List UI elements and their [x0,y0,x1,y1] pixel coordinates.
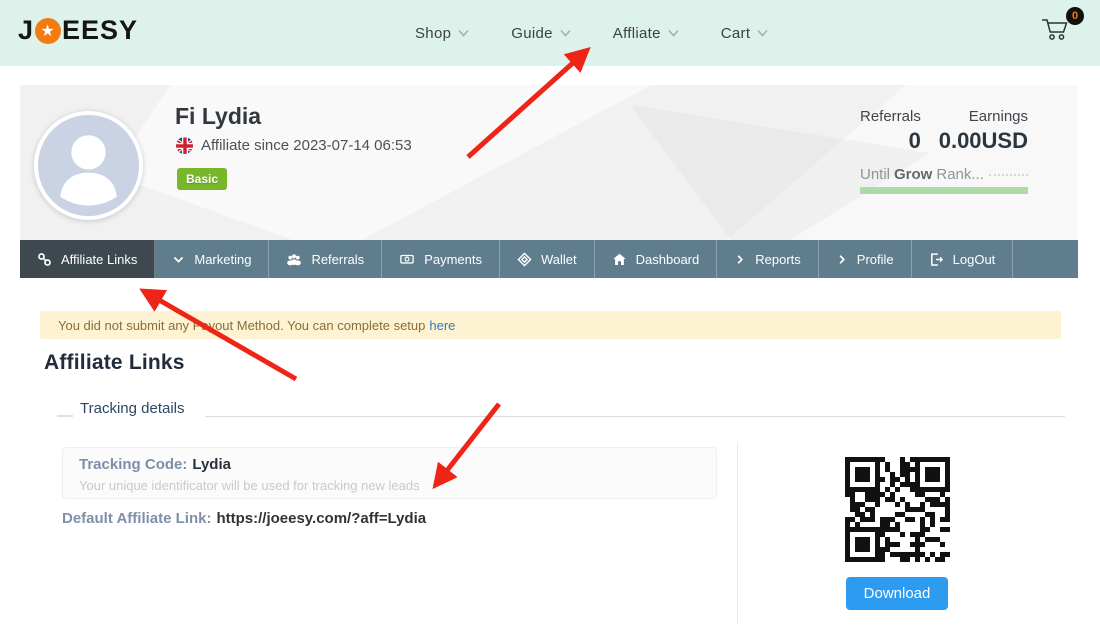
chevron-down-icon [560,29,571,37]
divider [57,415,73,417]
chevron-down-icon [757,29,768,37]
nav-label: Affliate [613,25,661,42]
stats-panel: Referrals 0 Earnings 0.00USD Until Grow … [860,108,1028,194]
referrals-value: 0 [909,128,921,154]
tab-label: Wallet [541,252,577,267]
rank-prefix: Until [860,166,890,183]
tab-label: Affiliate Links [61,252,137,267]
home-icon [612,252,627,267]
tracking-code-box: Tracking Code: Lydia Your unique identifi… [62,447,717,499]
main-nav: Shop Guide Affliate Cart [415,0,768,66]
logout-icon [929,252,944,267]
chevron-down-icon [458,29,469,37]
logo[interactable]: J★EESY [18,15,138,46]
tab-payments[interactable]: Payments [382,240,500,278]
tracking-code-label: Tracking Code: [79,456,187,473]
dotted-line [989,174,1028,176]
nav-item-affliate[interactable]: Affliate [613,25,679,42]
chevron-right-icon [836,253,848,266]
rank-progress-bar [860,187,1028,194]
tab-label: Profile [857,252,894,267]
tab-label: Marketing [194,252,251,267]
nav-item-cart[interactable]: Cart [721,25,769,42]
payout-warning-banner: You did not submit any Payout Method. Yo… [40,311,1061,339]
chevron-down-icon [172,253,185,266]
tab-label: Payments [424,252,482,267]
default-link-label: Default Affiliate Link: [62,510,211,527]
tab-logout[interactable]: LogOut [912,240,1014,278]
earnings-stat: Earnings 0.00USD [939,108,1028,154]
rank-suffix: Rank... [936,166,984,183]
default-link-value[interactable]: https://joeesy.com/?aff=Lydia [216,510,426,527]
tab-referrals[interactable]: Referrals [269,240,382,278]
vertical-divider [737,443,738,623]
avatar[interactable] [34,111,143,220]
affiliate-since-row: Affiliate since 2023-07-14 06:53 [176,137,412,154]
cart-count-badge: 0 [1066,7,1084,25]
tab-profile[interactable]: Profile [819,240,912,278]
banknote-icon [399,252,415,266]
tab-label: Referrals [311,252,364,267]
tab-tracking-details[interactable]: Tracking details [80,400,185,417]
logo-text-pre: J [18,15,34,46]
page-title: Affiliate Links [44,351,185,375]
warning-text: You did not submit any Payout Method. Yo… [58,318,425,333]
affiliate-since-text: Affiliate since 2023-07-14 06:53 [201,137,412,154]
affiliate-name: Fi Lydia [175,103,261,130]
link-icon [37,252,52,267]
wallet-icon [517,252,532,267]
referrals-label: Referrals [860,108,921,125]
tab-reports[interactable]: Reports [717,240,819,278]
earnings-label: Earnings [969,108,1028,125]
tab-wallet[interactable]: Wallet [500,240,595,278]
users-icon [286,252,302,267]
divider [205,416,1065,417]
tracking-code-hint: Your unique identificator will be used f… [79,478,700,493]
nav-label: Shop [415,25,451,42]
tab-marketing[interactable]: Marketing [155,240,269,278]
chevron-right-icon [734,253,746,266]
logo-text-post: EESY [62,15,138,46]
affiliate-tabbar: Affiliate Links Marketing Referrals Paym… [20,240,1078,278]
uk-flag-icon [176,137,193,154]
nav-item-guide[interactable]: Guide [511,25,571,42]
default-affiliate-link-row: Default Affiliate Link: https://joeesy.co… [62,510,426,527]
logo-star-icon: ★ [35,18,61,44]
tab-dashboard[interactable]: Dashboard [595,240,718,278]
chevron-down-icon [668,29,679,37]
nav-label: Guide [511,25,553,42]
tab-affiliate-links[interactable]: Affiliate Links [20,240,155,278]
referrals-stat: Referrals 0 [860,108,921,154]
earnings-value: 0.00USD [939,128,1028,154]
topbar: J★EESY Shop Guide Affliate Cart 0 [0,0,1100,66]
rank-name: Grow [894,166,932,183]
cart-button[interactable]: 0 [1040,15,1080,51]
tab-label: Reports [755,252,801,267]
download-button[interactable]: Download [846,577,948,610]
tracking-code-value: Lydia [192,456,231,473]
profile-header: Fi Lydia Affiliate since 2023-07-14 06:5… [20,85,1078,240]
rank-badge: Basic [177,168,227,190]
tab-label: Dashboard [636,252,700,267]
nav-item-shop[interactable]: Shop [415,25,469,42]
nav-label: Cart [721,25,751,42]
setup-here-link[interactable]: here [429,318,455,333]
rank-progress-label: Until Grow Rank... [860,166,1028,183]
qr-code [845,457,950,562]
tab-label: LogOut [953,252,996,267]
cart-icon [1040,30,1072,47]
